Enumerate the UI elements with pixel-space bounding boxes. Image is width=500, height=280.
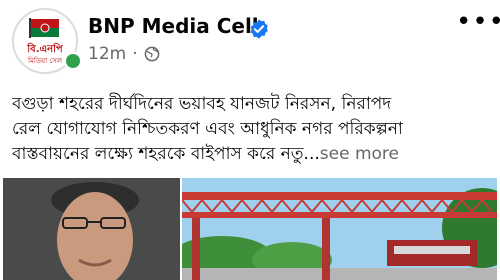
- online-status-dot: [64, 52, 82, 70]
- post-image-footbridge[interactable]: [182, 178, 497, 280]
- post-image-portrait[interactable]: [3, 178, 180, 280]
- post-text-line2: রেল যোগাযোগ নিশ্চিতকরণ এবং আধুনিক নগর পর…: [12, 119, 403, 139]
- more-options-icon[interactable]: •••: [456, 9, 500, 35]
- page-name-link[interactable]: BNP Media Cell: [88, 14, 259, 38]
- verified-badge-icon: [250, 19, 268, 39]
- meta-separator: ·: [132, 44, 138, 64]
- post-timestamp[interactable]: 12m: [88, 44, 126, 64]
- post-text-line3-content: বাস্তবায়নের লক্ষ্যে শহরকে বাইপাস করে নত…: [12, 144, 320, 164]
- footbridge-illustration: [182, 178, 497, 280]
- post-text-line1: বগুড়া শহরের দীর্ঘদিনের ভয়াবহ যানজট নির…: [12, 94, 392, 114]
- post-text-line3: বাস্তবায়নের লক্ষ্যে শহরকে বাইপাস করে নত…: [12, 142, 496, 167]
- see-more-link[interactable]: see more: [320, 144, 399, 164]
- post-meta: 12m ·: [88, 44, 160, 64]
- portrait-illustration: [3, 178, 180, 280]
- post-body: বগুড়া শহরের দীর্ঘদিনের ভয়াবহ যানজট নির…: [12, 92, 496, 167]
- globe-icon: [144, 46, 159, 62]
